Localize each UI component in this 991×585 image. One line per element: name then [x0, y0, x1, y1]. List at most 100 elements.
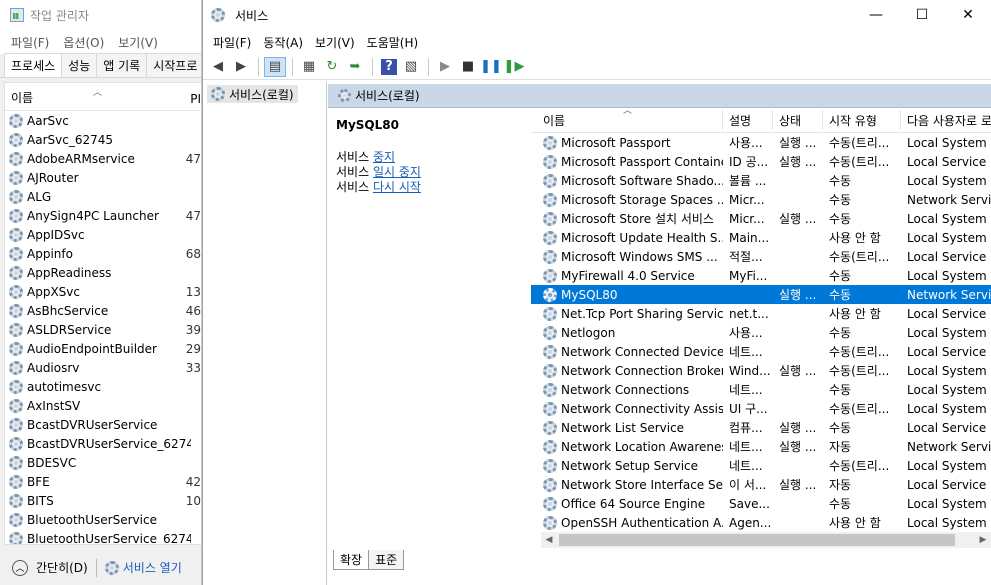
tree-item-services-local[interactable]: 서비스(로컬) [207, 85, 298, 103]
restart-service-icon[interactable]: ❚▶ [503, 57, 525, 77]
scrollbar-thumb[interactable] [559, 534, 955, 546]
tab-extended[interactable]: 확장 [333, 550, 370, 570]
list-item[interactable]: BcastDVRUserService [5, 415, 201, 434]
service-startup-type: 수동(트리... [829, 364, 890, 378]
properties-icon[interactable]: ▦ [298, 57, 320, 77]
table-row[interactable]: Microsoft Software Shado... 볼륨 ... 수동 Local… [531, 171, 991, 190]
export-list-icon[interactable]: ➥ [344, 57, 366, 77]
tab-performance[interactable]: 성능 [61, 53, 98, 77]
list-item[interactable]: AppXSvc 13 [5, 282, 201, 301]
tab-startup[interactable]: 시작프로 [146, 53, 201, 77]
tab-processes[interactable]: 프로세스 [4, 53, 63, 77]
list-item[interactable]: AdobeARMservice 47 [5, 149, 201, 168]
list-item[interactable]: BluetoothUserService [5, 510, 201, 529]
column-startup-type[interactable]: 시작 유형 [823, 110, 901, 130]
table-row[interactable]: Network Connections 네트... 수동 Local System [531, 380, 991, 399]
table-row[interactable]: Network Connectivity Assis... UI 구... 수동(트… [531, 399, 991, 418]
service-name-cell: ASLDRService [9, 322, 186, 337]
table-row[interactable]: Microsoft Passport 사용... 실행 ... 수동(트리... Loc… [531, 133, 991, 152]
list-item[interactable]: BluetoothUserService_62745 [5, 529, 201, 544]
service-name: AsBhcService [27, 303, 109, 318]
tab-app-history[interactable]: 앱 기록 [96, 53, 148, 77]
action-pane-icon[interactable]: ▧ [400, 57, 422, 77]
list-item[interactable]: AxInstSV [5, 396, 201, 415]
minimize-icon[interactable]: — [853, 0, 899, 30]
pause-service-link[interactable]: 일시 중지 [373, 165, 421, 179]
tm-menu-file[interactable]: 파일(F) [4, 34, 56, 51]
pause-service-icon[interactable]: ❚❚ [480, 57, 502, 77]
list-item[interactable]: ALG [5, 187, 201, 206]
table-row[interactable]: Microsoft Windows SMS ... 적절... 수동(트리... Lo… [531, 247, 991, 266]
tab-standard[interactable]: 표준 [368, 550, 405, 570]
maximize-icon[interactable]: ☐ [899, 0, 945, 30]
list-item[interactable]: BDESVC [5, 453, 201, 472]
refresh-icon[interactable]: ↻ [321, 57, 343, 77]
service-startup-type: 수동(트리... [829, 402, 890, 416]
list-item[interactable]: AppIDSvc [5, 225, 201, 244]
menu-action[interactable]: 동작(A) [257, 34, 309, 51]
list-item[interactable]: AnySign4PC Launcher 47 [5, 206, 201, 225]
list-item[interactable]: AsBhcService 46 [5, 301, 201, 320]
task-manager-tabs: 프로세스 성능 앱 기록 시작프로 [0, 53, 201, 78]
show-console-tree-icon[interactable]: ▤ [264, 56, 286, 77]
scroll-right-icon[interactable]: ▶ [975, 535, 991, 545]
list-item[interactable]: AarSvc_62745 [5, 130, 201, 149]
list-item[interactable]: ASLDRService 39 [5, 320, 201, 339]
service-description: Wind... [729, 363, 771, 378]
list-item[interactable]: BITS 10 [5, 491, 201, 510]
service-name: AppXSvc [27, 284, 80, 299]
table-row[interactable]: Office 64 Source Engine Save... 수동 Local Sy… [531, 494, 991, 513]
stop-service-link[interactable]: 중지 [373, 150, 395, 164]
menu-help[interactable]: 도움말(H) [361, 34, 425, 51]
tm-column-pid[interactable]: PI [190, 92, 201, 106]
table-row[interactable]: Network Setup Service 네트... 수동(트리... Local … [531, 456, 991, 475]
table-row[interactable]: Network Store Interface Se... 이 서... 실행 ..… [531, 475, 991, 494]
list-item[interactable]: AJRouter [5, 168, 201, 187]
horizontal-scrollbar[interactable]: ◀ ▶ [541, 532, 991, 548]
open-services-link[interactable]: 서비스 열기 [123, 559, 182, 576]
menu-view[interactable]: 보기(V) [309, 34, 361, 51]
tm-menu-view[interactable]: 보기(V) [111, 34, 165, 51]
menu-file[interactable]: 파일(F) [207, 34, 257, 51]
column-description[interactable]: 설명 [723, 110, 773, 130]
restart-service-link[interactable]: 다시 시작 [373, 180, 421, 194]
close-icon[interactable]: ✕ [945, 0, 991, 30]
forward-arrow-icon[interactable]: ▶ [230, 57, 252, 77]
list-item[interactable]: BFE 42 [5, 472, 201, 491]
start-service-icon[interactable]: ▶ [434, 57, 456, 77]
stop-service-icon[interactable]: ■ [457, 57, 479, 77]
list-item[interactable]: Appinfo 68 [5, 244, 201, 263]
table-row[interactable]: Net.Tcp Port Sharing Service net.t... 사용 안… [531, 304, 991, 323]
table-row[interactable]: Microsoft Store 설치 서비스 Micr... 실행 ... 수동 Loc… [531, 209, 991, 228]
list-item[interactable]: AppReadiness [5, 263, 201, 282]
back-arrow-icon[interactable]: ◀ [207, 57, 229, 77]
table-row[interactable]: Microsoft Passport Container ID 공... 실행 ..… [531, 152, 991, 171]
table-row[interactable]: OpenSSH Authentication A... Agen... 사용 안 함… [531, 513, 991, 532]
table-row[interactable]: Network List Service 컴퓨... 실행 ... 수동 Local S… [531, 418, 991, 437]
table-row[interactable]: MyFirewall 4.0 Service MyFi... 수동 Local Sys… [531, 266, 991, 285]
table-row[interactable]: Network Connection Broker Wind... 실행 ... 수동… [531, 361, 991, 380]
list-item[interactable]: autotimesvc [5, 377, 201, 396]
list-item[interactable]: AarSvc [5, 111, 201, 130]
service-gear-icon [543, 192, 557, 207]
table-row[interactable]: Network Connected Device... 네트... 수동(트리...… [531, 342, 991, 361]
help-icon[interactable]: ? [381, 58, 397, 75]
sort-up-icon: ︿ [93, 88, 103, 98]
list-item[interactable]: BcastDVRUserService_62745 [5, 434, 201, 453]
table-row-selected[interactable]: MySQL80 실행 ... 수동 Network Service [531, 285, 991, 304]
chevron-up-icon[interactable]: ︿ [12, 559, 28, 576]
list-item[interactable]: AudioEndpointBuilder 29 [5, 339, 201, 358]
column-status[interactable]: 상태 [773, 110, 823, 130]
column-log-on-as[interactable]: 다음 사용자로 로그온 [901, 110, 991, 130]
table-row[interactable]: Microsoft Update Health S... Main... 사용 안 … [531, 228, 991, 247]
scroll-left-icon[interactable]: ◀ [541, 535, 557, 545]
list-item[interactable]: Audiosrv 33 [5, 358, 201, 377]
service-pid: 47 [185, 151, 201, 166]
table-row[interactable]: Netlogon 사용... 수동 Local System [531, 323, 991, 342]
service-name-cell: BluetoothUserService [9, 512, 191, 527]
tm-menu-options[interactable]: 옵션(O) [56, 34, 111, 51]
table-row[interactable]: Network Location Awareness 네트... 실행 ... 자동 N… [531, 437, 991, 456]
table-row[interactable]: Microsoft Storage Spaces ... Micr... 수동 Net… [531, 190, 991, 209]
fewer-details-button[interactable]: 간단히(D) [36, 559, 88, 576]
service-description: 네트... [729, 459, 763, 473]
